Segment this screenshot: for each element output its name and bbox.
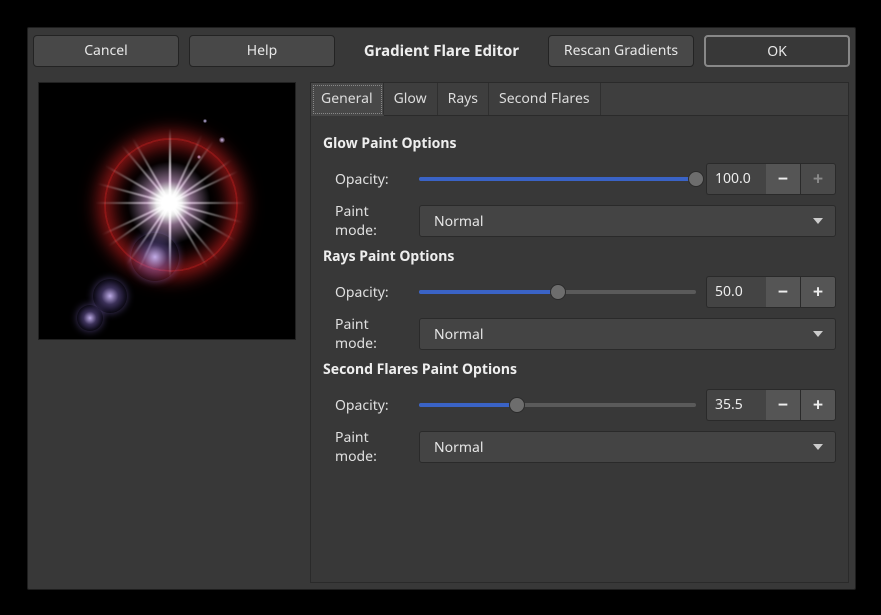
- dialog-body: General Glow Rays Second Flares Glow Pai…: [28, 70, 855, 589]
- preview-speck: [219, 137, 225, 143]
- tab-glow[interactable]: Glow: [384, 83, 438, 115]
- minus-icon[interactable]: −: [766, 163, 801, 195]
- flare-preview: [38, 82, 296, 340]
- rescan-gradients-button[interactable]: Rescan Gradients: [548, 35, 694, 67]
- glow-opacity-input[interactable]: 100.0: [706, 163, 766, 195]
- rays-paint-mode-select[interactable]: Normal: [419, 318, 836, 350]
- preview-second-flare: [77, 305, 103, 331]
- glow-opacity-slider[interactable]: [419, 170, 696, 188]
- cancel-button[interactable]: Cancel: [33, 35, 179, 67]
- slider-thumb[interactable]: [688, 171, 704, 187]
- chevron-down-icon: [813, 331, 823, 337]
- second-paint-mode-select[interactable]: Normal: [419, 431, 836, 463]
- tab-general-body: Glow Paint Options Opacity: 100.0 − +: [311, 116, 848, 473]
- dropdown-value: Normal: [434, 438, 483, 457]
- opacity-label: Opacity:: [335, 283, 409, 302]
- plus-icon[interactable]: +: [801, 163, 836, 195]
- ok-button[interactable]: OK: [704, 35, 850, 67]
- minus-icon[interactable]: −: [766, 276, 801, 308]
- slider-thumb[interactable]: [509, 397, 525, 413]
- glow-paintmode-row: Paint mode: Normal: [335, 205, 836, 237]
- preview-flare-core: [169, 203, 171, 205]
- chevron-down-icon: [813, 444, 823, 450]
- paint-mode-label: Paint mode:: [335, 428, 409, 466]
- rays-opacity-row: Opacity: 50.0 − +: [335, 276, 836, 308]
- preview-burst: [124, 158, 214, 248]
- chevron-down-icon: [813, 218, 823, 224]
- plus-icon[interactable]: +: [801, 389, 836, 421]
- second-opacity-row: Opacity: 35.5 − +: [335, 389, 836, 421]
- second-opacity-slider[interactable]: [419, 396, 696, 414]
- rays-opacity-input[interactable]: 50.0: [706, 276, 766, 308]
- second-paintmode-row: Paint mode: Normal: [335, 431, 836, 463]
- gradient-flare-editor-dialog: Cancel Help Gradient Flare Editor Rescan…: [27, 27, 856, 590]
- tab-bar: General Glow Rays Second Flares: [311, 83, 848, 116]
- rays-opacity-spin: 50.0 − +: [706, 276, 836, 308]
- dialog-title: Gradient Flare Editor: [345, 41, 538, 61]
- tab-second-flares[interactable]: Second Flares: [489, 83, 601, 115]
- second-opacity-input[interactable]: 35.5: [706, 389, 766, 421]
- tab-rays[interactable]: Rays: [438, 83, 489, 115]
- paint-mode-label: Paint mode:: [335, 315, 409, 353]
- preview-speck: [203, 119, 207, 123]
- paint-mode-label: Paint mode:: [335, 202, 409, 240]
- plus-icon[interactable]: +: [801, 276, 836, 308]
- slider-fill: [419, 177, 696, 181]
- tab-general[interactable]: General: [311, 83, 384, 116]
- opacity-label: Opacity:: [335, 170, 409, 189]
- help-button[interactable]: Help: [189, 35, 335, 67]
- dropdown-value: Normal: [434, 325, 483, 344]
- preview-second-flare: [131, 233, 179, 281]
- rays-section-title: Rays Paint Options: [323, 247, 836, 266]
- settings-panel: General Glow Rays Second Flares Glow Pai…: [310, 82, 849, 583]
- opacity-label: Opacity:: [335, 396, 409, 415]
- dropdown-value: Normal: [434, 212, 483, 231]
- slider-thumb[interactable]: [550, 284, 566, 300]
- glow-opacity-spin: 100.0 − +: [706, 163, 836, 195]
- second-opacity-spin: 35.5 − +: [706, 389, 836, 421]
- glow-section-title: Glow Paint Options: [323, 134, 836, 153]
- glow-paint-mode-select[interactable]: Normal: [419, 205, 836, 237]
- glow-opacity-row: Opacity: 100.0 − +: [335, 163, 836, 195]
- rays-opacity-slider[interactable]: [419, 283, 696, 301]
- rays-paintmode-row: Paint mode: Normal: [335, 318, 836, 350]
- second-flares-section-title: Second Flares Paint Options: [323, 360, 836, 379]
- preview-area: [38, 82, 298, 583]
- dialog-button-row: Cancel Help Gradient Flare Editor Rescan…: [28, 28, 855, 70]
- slider-fill: [419, 290, 558, 294]
- minus-icon[interactable]: −: [766, 389, 801, 421]
- slider-fill: [419, 403, 517, 407]
